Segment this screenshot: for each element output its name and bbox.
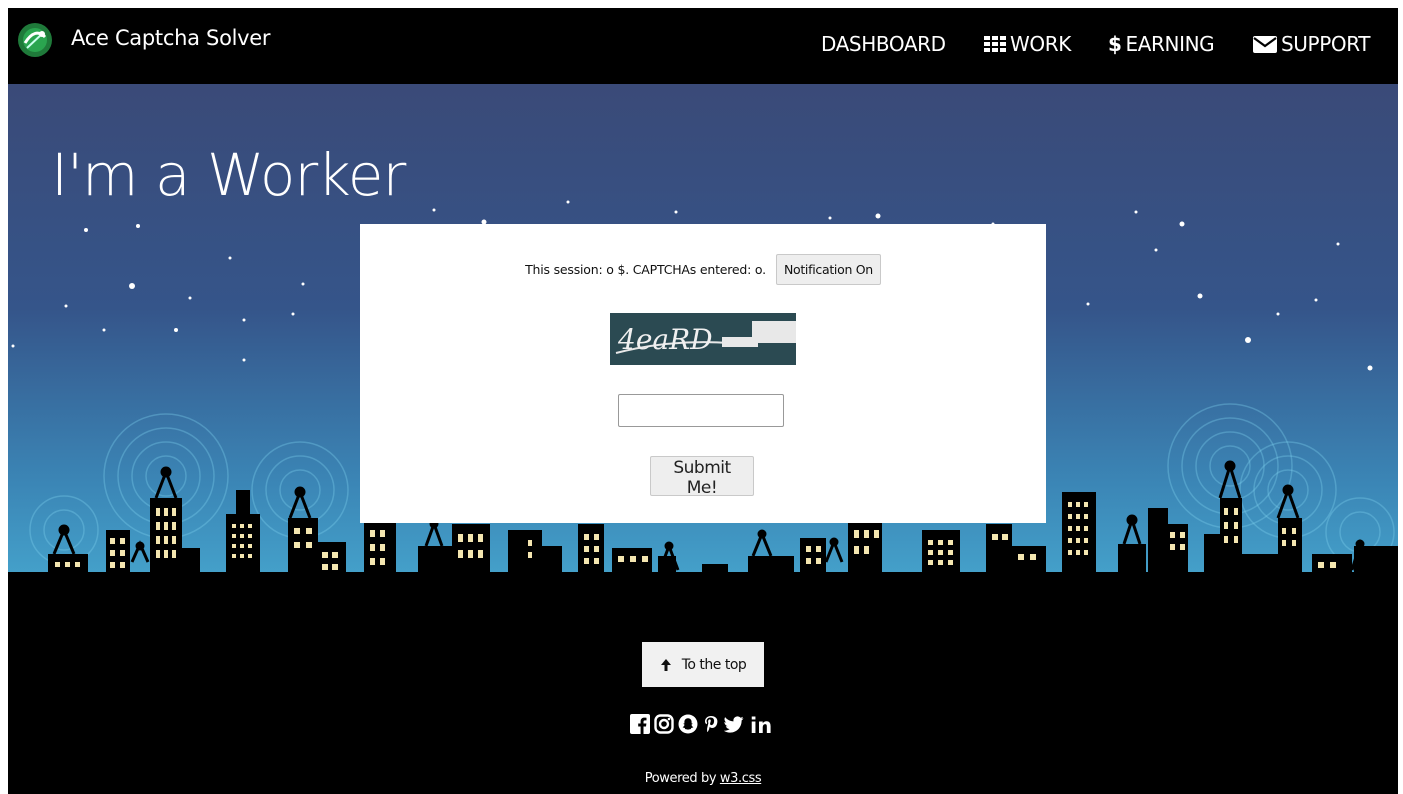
pinterest-icon[interactable] <box>702 714 720 738</box>
linkedin-icon[interactable]: in <box>750 716 772 737</box>
notification-toggle-button[interactable]: Notification On <box>775 254 881 285</box>
nav-earning[interactable]: $ EARNING <box>1108 32 1215 56</box>
captcha-image: 4eaRD <box>610 313 796 365</box>
session-status-row: This session: o $. CAPTCHAs entered: o. … <box>360 254 1046 285</box>
session-stats: This session: o $. CAPTCHAs entered: o. <box>525 262 766 277</box>
w3css-link[interactable]: w3.css <box>720 771 762 786</box>
brand-name[interactable]: Ace Captcha Solver <box>71 26 271 50</box>
to-the-top-label: To the top <box>681 656 747 673</box>
app-frame: Ace Captcha Solver DASHBOARD WORK $ EARN… <box>8 8 1398 794</box>
instagram-icon[interactable] <box>654 714 674 738</box>
nav-work-label: WORK <box>1010 32 1071 56</box>
nav-work[interactable]: WORK <box>984 32 1071 56</box>
social-links: in <box>630 714 772 738</box>
nav-dashboard[interactable]: DASHBOARD <box>821 32 946 56</box>
nav-dashboard-label: DASHBOARD <box>821 32 946 56</box>
dollar-icon: $ <box>1108 32 1122 56</box>
nav-earning-label: EARNING <box>1125 32 1215 56</box>
snapchat-icon[interactable] <box>678 714 698 738</box>
powered-by-prefix: Powered by <box>644 771 717 786</box>
logo-icon <box>18 23 52 57</box>
page-title: I'm a Worker <box>51 141 406 209</box>
envelope-icon <box>1253 35 1277 53</box>
nav-support-label: SUPPORT <box>1281 32 1371 56</box>
powered-by-text: Powered by w3.css <box>8 771 1398 786</box>
twitter-icon[interactable] <box>723 715 744 737</box>
arrow-up-icon <box>660 658 671 671</box>
captcha-text: 4eaRD <box>617 323 713 356</box>
grid-icon <box>984 36 1006 52</box>
top-navbar: Ace Captcha Solver DASHBOARD WORK $ EARN… <box>8 8 1398 84</box>
captcha-work-card: This session: o $. CAPTCHAs entered: o. … <box>360 224 1046 523</box>
to-the-top-button[interactable]: To the top <box>642 642 764 687</box>
captcha-answer-input[interactable] <box>618 394 784 427</box>
submit-button[interactable]: Submit Me! <box>650 456 754 498</box>
facebook-icon[interactable] <box>630 714 650 738</box>
nav-support[interactable]: SUPPORT <box>1253 32 1370 56</box>
